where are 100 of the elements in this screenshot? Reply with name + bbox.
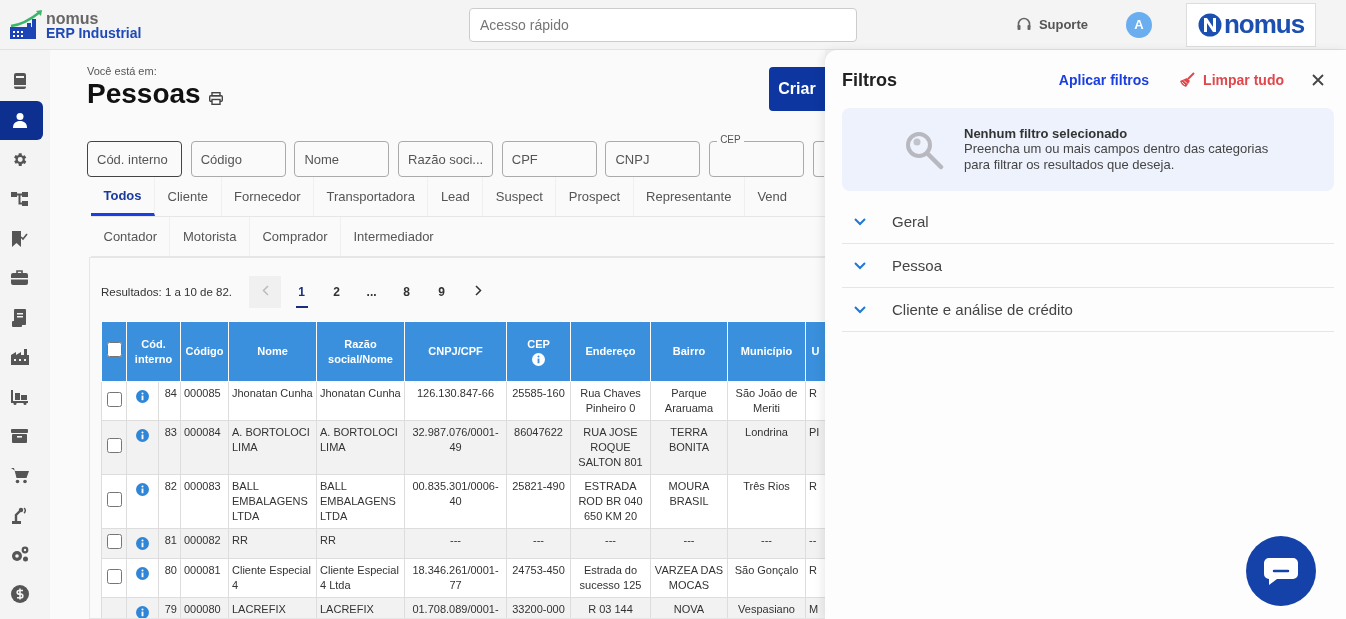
document-icon [12, 308, 27, 327]
page-button[interactable]: 2 [319, 276, 355, 308]
filter-section[interactable]: Geral [842, 200, 1334, 244]
broom-icon [1179, 72, 1196, 88]
filter-section[interactable]: Cliente e análise de crédito [842, 288, 1334, 332]
book-icon [11, 71, 28, 90]
row-checkbox[interactable] [106, 492, 122, 507]
info-icon[interactable] [136, 567, 149, 580]
n-circle-icon [1197, 12, 1222, 37]
table-cell: Jhonatan Cunha [228, 381, 317, 421]
filter-field[interactable] [709, 141, 805, 177]
table-cell: Estrada do sucesso 125 [570, 558, 651, 598]
table-cell: 32.987.076/0001-49 [404, 420, 507, 475]
category-tab[interactable]: Lead [428, 177, 484, 216]
table-cell: RR [316, 528, 405, 559]
row-checkbox[interactable] [106, 391, 122, 407]
category-tab[interactable]: Prospect [556, 177, 634, 216]
table-cell: 84 [158, 381, 181, 421]
sidebar-item[interactable] [0, 100, 43, 140]
table-cell: --- [506, 528, 571, 559]
clear-all-link[interactable]: Limpar tudo [1179, 72, 1284, 88]
cart-icon [10, 467, 29, 485]
filter-field[interactable] [812, 141, 824, 177]
row-checkbox[interactable] [106, 438, 122, 453]
info-icon[interactable] [136, 483, 149, 496]
category-tab[interactable]: Cliente [155, 177, 222, 216]
table-cell: Parque Araruama [650, 381, 728, 421]
category-tab[interactable]: Comprador [249, 217, 341, 256]
table-cell: 000083 [180, 474, 229, 529]
filter-field[interactable]: Código [190, 141, 286, 177]
table-cell: --- [650, 528, 728, 559]
field-label: CEP [717, 134, 744, 145]
breadcrumb-label: Você está em: [87, 65, 158, 77]
chevron-left-icon [261, 285, 269, 296]
category-tab[interactable]: Suspect [483, 177, 557, 216]
filter-field[interactable]: CNPJ [605, 141, 701, 177]
chevron-right-icon [474, 285, 482, 296]
results-summary: Resultados: 1 a 10 de 82. [101, 286, 233, 298]
page-button[interactable]: 9 [424, 276, 460, 308]
table-cell: BALL EMBALAGENS LTDA [228, 474, 317, 529]
archive-box-icon [11, 428, 28, 445]
category-tab[interactable]: Fornecedor [221, 177, 314, 216]
category-tab[interactable]: Representante [633, 177, 745, 216]
table-cell: MOURA BRASIL [650, 474, 728, 529]
apply-filters-link[interactable]: Aplicar filtros [1058, 72, 1150, 88]
table-cell: Jhonatan Cunha [316, 381, 405, 421]
table-cell: A. BORTOLOCI LIMA [228, 420, 317, 475]
gear-icon [11, 151, 28, 169]
table-cell: 25585-160 [506, 381, 571, 421]
table-cell: A. BORTOLOCI LIMA [316, 420, 405, 475]
category-tab[interactable]: Todos [91, 177, 156, 216]
table-cell: 81 [158, 528, 181, 559]
row-checkbox[interactable] [106, 568, 122, 584]
filter-section[interactable]: Pessoa [842, 244, 1334, 288]
table-cell: BALL EMBALAGENS LTDA [316, 474, 405, 529]
table-cell: São João de Meriti [727, 381, 806, 421]
category-tab[interactable]: Contador [91, 217, 171, 256]
table-cell: Londrina [727, 420, 806, 475]
info-icon[interactable] [136, 390, 149, 403]
hierarchy-icon [10, 191, 29, 208]
row-checkbox[interactable] [106, 534, 122, 549]
info-icon[interactable] [136, 429, 149, 442]
category-tab[interactable]: Motorista [170, 217, 250, 256]
map-check-icon [11, 230, 28, 248]
table-cell: São Gonçalo [727, 558, 806, 598]
table-cell: Três Rios [727, 474, 806, 529]
info-icon[interactable] [136, 537, 149, 550]
table-cell: Cliente Especial 4 [228, 558, 317, 598]
table-cell: 000082 [180, 528, 229, 559]
chevron-down-icon [854, 261, 866, 270]
panel-title: Filtros [842, 69, 897, 91]
filter-field[interactable]: CPF [501, 141, 597, 177]
table-cell: TERRA BONITA [650, 420, 728, 475]
headset-icon [1016, 17, 1031, 32]
cart-loaded-icon [10, 388, 29, 405]
table-cell: 25821-490 [506, 474, 571, 529]
category-tab[interactable]: Vend [744, 177, 788, 216]
support-link[interactable]: Suporte [1016, 17, 1088, 32]
filter-field[interactable]: Nome [294, 141, 390, 177]
category-tab[interactable]: Transportadora [314, 177, 429, 216]
briefcase-icon [11, 270, 28, 287]
notice-text: Preencha um ou mais campos dentro das categorias para filtrar os resultados que deseja. [964, 141, 1270, 173]
info-icon[interactable] [136, 606, 149, 618]
table-cell: 000084 [180, 420, 229, 475]
person-icon [11, 112, 28, 129]
table-cell: 86047622 [506, 420, 571, 475]
page-button[interactable]: 8 [389, 276, 425, 308]
filter-field[interactable]: Razão soci... [398, 141, 494, 177]
close-icon[interactable] [1312, 74, 1324, 86]
quick-access-field[interactable]: Acesso rápido [469, 7, 857, 42]
page-button[interactable]: ... [354, 276, 390, 308]
create-button[interactable]: Criar [769, 67, 825, 111]
filter-field[interactable]: Cód. interno [87, 141, 182, 177]
table-cell: --- [404, 528, 507, 559]
table-cell: 24753-450 [506, 558, 571, 598]
table-cell: 18.346.261/0001-77 [404, 558, 507, 598]
category-tab[interactable]: Intermediador [341, 217, 434, 256]
chevron-down-icon [854, 305, 866, 314]
select-all-checkbox[interactable] [106, 342, 122, 357]
printer-icon[interactable] [208, 92, 223, 105]
